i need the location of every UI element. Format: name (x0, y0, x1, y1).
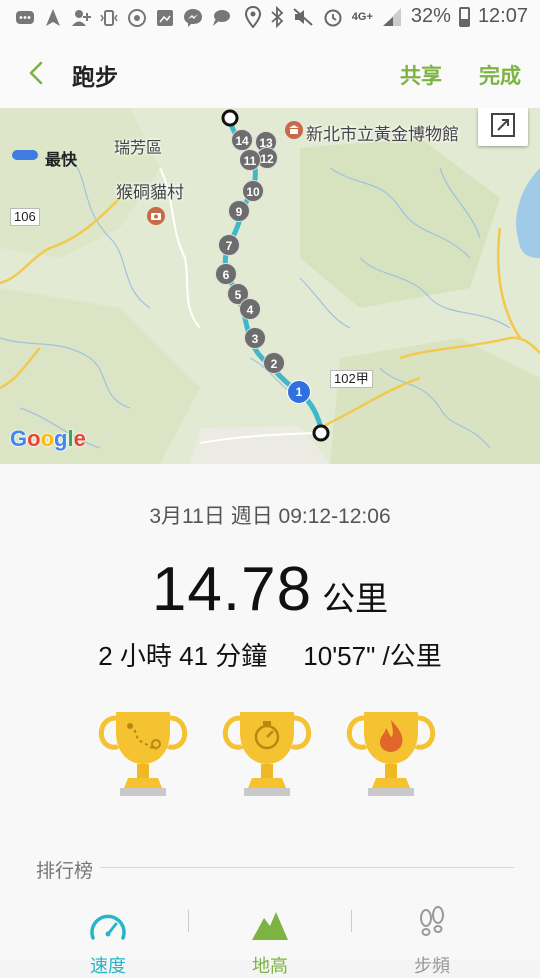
distance-value: 14.78 (151, 555, 313, 624)
route-marker-1[interactable]: 1 (287, 380, 311, 404)
run-datetime: 3月11日 週日 09:12-12:06 (149, 505, 391, 528)
battery-percent: 32% (410, 5, 451, 27)
add-user-icon (72, 10, 91, 26)
route-marker-7[interactable]: 7 (218, 234, 240, 256)
distance-display: 14.78 公里 (0, 554, 540, 625)
legend-swatch (12, 150, 38, 160)
stats-row: 2 小時 41 分鐘 10'57" /公里 (0, 636, 540, 673)
back-arrow-icon[interactable] (20, 56, 54, 90)
run-summary: 3月11日 週日 09:12-12:06 14.78 公里 2 小時 41 分鐘 1… (0, 464, 540, 976)
app-header: 跑步 共享 完成 (0, 36, 540, 108)
network-type: 4G+ (351, 10, 373, 23)
done-button[interactable]: 完成 (479, 60, 521, 90)
expand-map-button[interactable] (478, 108, 528, 146)
sync-icon (128, 9, 146, 27)
vibrate-icon (100, 10, 118, 26)
tab-elevation-label: 地高 (252, 956, 288, 976)
stopwatch-trophy-icon[interactable] (218, 704, 316, 804)
battery-icon (458, 6, 470, 27)
tab-cadence[interactable]: 步頻 (372, 900, 492, 976)
signal-icon (382, 7, 401, 26)
tab-divider (351, 910, 352, 932)
tab-elevation[interactable]: 地高 (210, 900, 330, 976)
road-shield-102a: 102甲 (330, 370, 373, 388)
trophies-row (0, 704, 540, 804)
route-marker-11[interactable]: 11 (239, 149, 261, 171)
navigation-icon (46, 9, 60, 26)
route-marker-10[interactable]: 10 (242, 180, 264, 202)
speedometer-icon (90, 914, 126, 940)
footprints-icon (420, 906, 444, 936)
ranking-divider (100, 867, 514, 868)
route-marker-2[interactable]: 2 (263, 352, 285, 374)
tab-speed-label: 速度 (90, 956, 126, 976)
route-trophy-icon[interactable] (94, 704, 192, 804)
mute-icon (293, 7, 313, 26)
tab-speed[interactable]: 速度 (48, 900, 168, 976)
messenger-icon (184, 9, 202, 27)
location-icon (244, 5, 261, 28)
tab-cadence-label: 步頻 (414, 956, 450, 976)
pace-value: 10'57" /公里 (303, 641, 442, 671)
route-map[interactable]: 最快 瑞芳區 猴硐貓村 新北市立黃金博物館 106 102甲 13 14 12 … (0, 108, 540, 464)
clock: 12:07 (477, 5, 528, 27)
photos-icon (157, 10, 173, 26)
mountain-icon (252, 912, 288, 940)
place-museum: 新北市立黃金博物館 (306, 125, 459, 144)
ranking-label: 排行榜 (36, 861, 94, 882)
bluetooth-icon (271, 5, 284, 28)
route-marker-3[interactable]: 3 (244, 327, 266, 349)
museum-icon (285, 121, 303, 139)
flame-trophy-icon[interactable] (342, 704, 440, 804)
expand-icon (491, 113, 515, 137)
status-bar: 4G+ 32% 12:07 (0, 0, 540, 36)
route-marker-6[interactable]: 6 (215, 263, 237, 285)
legend-label: 最快 (45, 152, 78, 169)
road-shield-106: 106 (10, 208, 40, 226)
duration-value: 2 小時 41 分鐘 (98, 641, 268, 671)
place-houtong: 猴硐貓村 (116, 183, 184, 202)
speech-bubble-icon (213, 10, 230, 26)
tab-divider (188, 910, 189, 932)
route-marker-9[interactable]: 9 (228, 200, 250, 222)
share-button[interactable]: 共享 (400, 60, 442, 90)
page-title: 跑步 (72, 64, 118, 90)
distance-unit: 公里 (322, 580, 389, 617)
alarm-icon (324, 9, 342, 26)
notification-icons (14, 7, 232, 29)
route-marker-4[interactable]: 4 (239, 298, 261, 320)
system-icons: 4G+ 32% 12:07 (244, 5, 528, 28)
attraction-icon (147, 207, 165, 225)
chat-icon (16, 11, 34, 24)
place-ruifang: 瑞芳區 (114, 140, 163, 157)
metric-tabs: 速度 地高 步頻 (0, 900, 540, 976)
google-logo: Google (10, 426, 86, 451)
route-marker-14[interactable]: 14 (231, 129, 253, 151)
